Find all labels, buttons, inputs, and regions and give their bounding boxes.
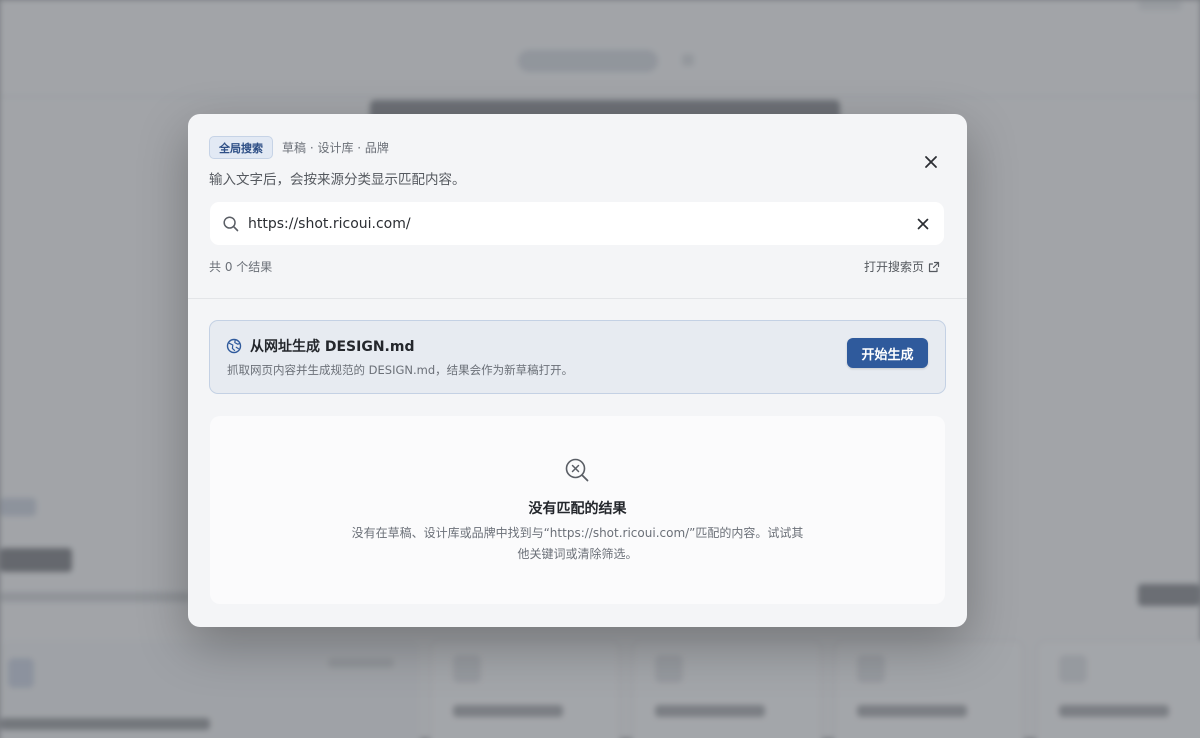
search-hint: 输入文字后，会按来源分类显示匹配内容。 xyxy=(209,172,466,188)
scope-badge: 全局搜索 xyxy=(209,136,273,159)
global-search-modal: 全局搜索 草稿 · 设计库 · 品牌 输入文字后，会按来源分类显示匹配内容。 共… xyxy=(188,114,967,627)
empty-state-title: 没有匹配的结果 xyxy=(528,501,627,517)
empty-state-description: 没有在草稿、设计库或品牌中找到与“https://shot.ricoui.com… xyxy=(351,526,804,561)
search-input[interactable] xyxy=(248,215,914,232)
generate-description: 抓取网页内容并生成规范的 DESIGN.md，结果会作为新草稿打开。 xyxy=(227,363,574,377)
open-search-page-label: 打开搜索页 xyxy=(863,260,924,274)
clear-search-button[interactable] xyxy=(914,215,932,233)
generate-title: 从网址生成 DESIGN.md xyxy=(250,339,415,355)
search-field[interactable] xyxy=(210,202,944,245)
globe-icon xyxy=(226,338,242,354)
modal-divider xyxy=(188,298,967,299)
search-scope-row: 全局搜索 草稿 · 设计库 · 品牌 xyxy=(209,136,946,159)
search-x-icon xyxy=(565,458,589,482)
open-search-page-link[interactable]: 打开搜索页 xyxy=(864,258,940,275)
generate-from-url-card: 从网址生成 DESIGN.md 抓取网页内容并生成规范的 DESIGN.md，结… xyxy=(209,320,946,394)
generate-title-row: 从网址生成 DESIGN.md xyxy=(226,336,415,356)
search-icon xyxy=(222,215,240,233)
start-generate-button[interactable]: 开始生成 xyxy=(847,338,928,368)
results-count: 共 0 个结果 xyxy=(209,260,273,274)
modal-header: 全局搜索 草稿 · 设计库 · 品牌 输入文字后，会按来源分类显示匹配内容。 xyxy=(209,136,946,188)
scope-sources: 草稿 · 设计库 · 品牌 xyxy=(282,141,389,155)
close-button[interactable] xyxy=(921,152,941,172)
close-icon xyxy=(925,156,937,168)
clear-icon xyxy=(917,218,929,229)
empty-results-panel: 没有匹配的结果 没有在草稿、设计库或品牌中找到与“https://shot.ri… xyxy=(210,416,945,604)
external-link-icon xyxy=(928,261,940,272)
results-meta-row: 共 0 个结果 打开搜索页 xyxy=(209,258,940,275)
